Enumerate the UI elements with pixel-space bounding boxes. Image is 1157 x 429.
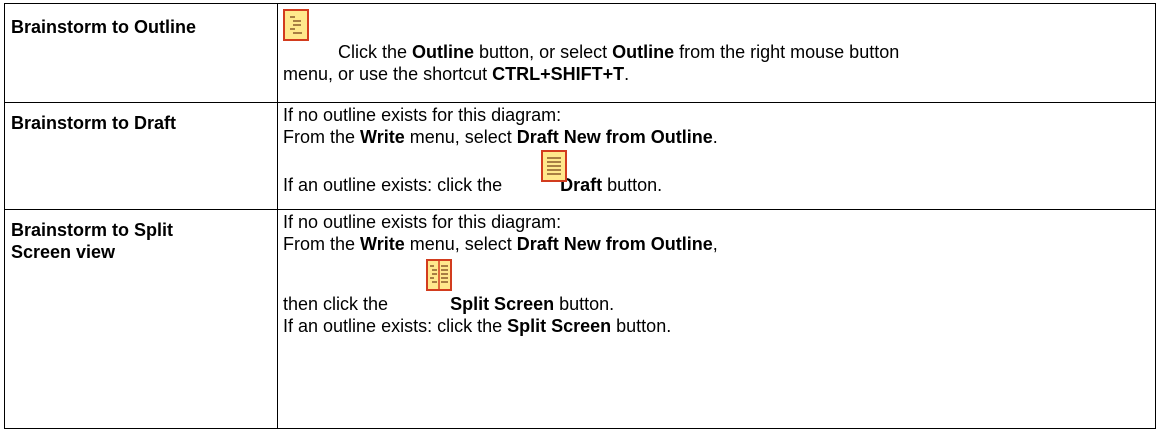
desc-line: If no outline exists for this diagram: xyxy=(283,212,562,232)
row-label-text: Brainstorm to Outline xyxy=(11,17,197,37)
desc-line: then click the Split Screen button. xyxy=(283,255,1152,315)
row-description: Click the Outline button, or select Outl… xyxy=(277,3,1156,103)
outline-icon xyxy=(283,9,309,41)
row-label: Brainstorm to Split Screen view xyxy=(4,209,278,429)
desc-line: If an outline exists: click the Split Sc… xyxy=(283,316,672,336)
desc-line: If no outline exists for this diagram: xyxy=(283,105,562,125)
row-label-text: Screen view xyxy=(11,242,116,262)
table-row: Brainstorm to Draft If no outline exists… xyxy=(4,102,1156,210)
desc-line: From the Write menu, select Draft New fr… xyxy=(283,127,718,147)
table-row: Brainstorm to Outline Click the Outline … xyxy=(4,3,1156,103)
row-description: If no outline exists for this diagram: F… xyxy=(277,209,1156,429)
row-description: If no outline exists for this diagram: F… xyxy=(277,102,1156,210)
draft-icon xyxy=(541,150,567,182)
row-label-text: Brainstorm to Split xyxy=(11,220,174,240)
row-label: Brainstorm to Draft xyxy=(4,102,278,210)
help-table: Brainstorm to Outline Click the Outline … xyxy=(4,3,1156,429)
row-label: Brainstorm to Outline xyxy=(4,3,278,103)
desc-line: If an outline exists: click the Draft but… xyxy=(283,148,1152,196)
desc-line: From the Write menu, select Draft New fr… xyxy=(283,234,718,254)
desc-line: Click the Outline button, or select Outl… xyxy=(338,42,900,62)
row-label-text: Brainstorm to Draft xyxy=(11,113,177,133)
split-screen-icon xyxy=(426,259,452,291)
table-row: Brainstorm to Split Screen view If no ou… xyxy=(4,209,1156,429)
desc-line: menu, or use the shortcut CTRL+SHIFT+T. xyxy=(283,64,630,84)
